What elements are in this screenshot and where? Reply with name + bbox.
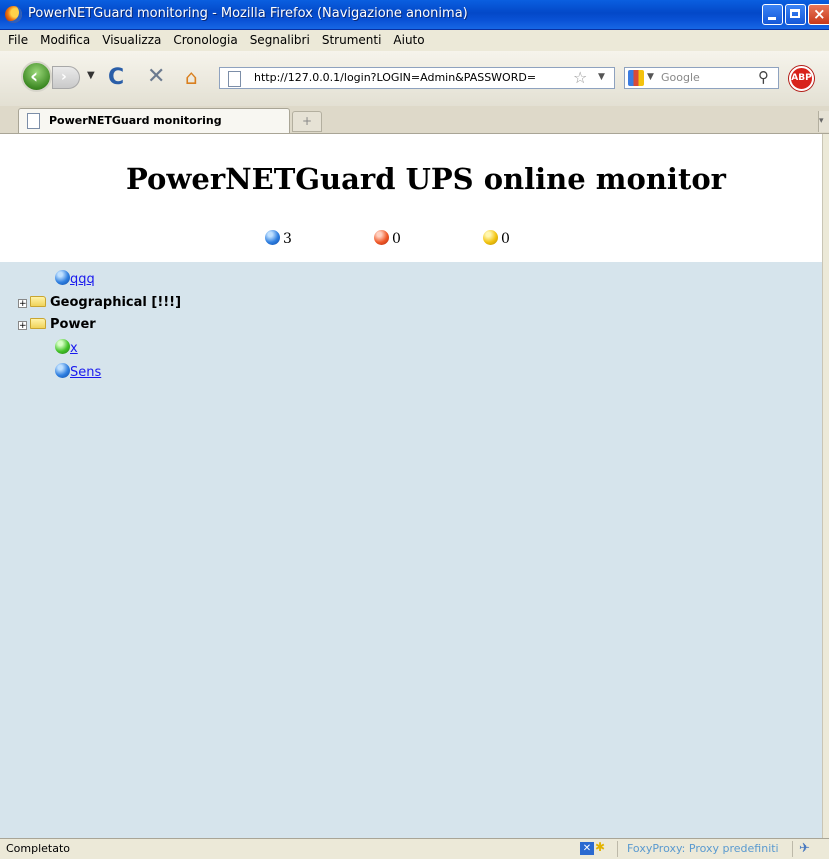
reload-icon[interactable]: C <box>108 65 124 90</box>
maximize-button[interactable] <box>785 4 806 25</box>
blue-status-icon <box>265 230 280 245</box>
page-header: PowerNETGuard UPS online monitor 3 0 0 <box>0 134 822 262</box>
page-icon <box>27 113 40 129</box>
home-icon[interactable]: ⌂ <box>185 65 198 89</box>
adblock-icon[interactable]: ABP <box>789 66 814 91</box>
tree-item-x[interactable]: x <box>55 339 78 356</box>
counter-yellow-value: 0 <box>501 231 510 247</box>
page-content: PowerNETGuard UPS online monitor 3 0 0 q… <box>0 134 822 838</box>
device-tree: qqq + Geographical [!!!] + Power x Sens <box>0 262 822 838</box>
window-title: PowerNETGuard monitoring - Mozilla Firef… <box>28 6 468 21</box>
status-divider <box>792 841 793 857</box>
menu-aiuto[interactable]: Aiuto <box>387 30 430 51</box>
close-icon: × <box>813 5 826 23</box>
blue-status-icon <box>55 270 70 285</box>
tree-group-label[interactable]: Power <box>50 317 96 332</box>
menu-visualizza[interactable]: Visualizza <box>96 30 167 51</box>
folder-icon <box>30 296 46 307</box>
foxyproxy-star-icon: ✱ <box>595 840 606 854</box>
tab-powernetguard[interactable]: PowerNETGuard monitoring <box>18 108 290 133</box>
expand-icon[interactable]: + <box>18 321 27 331</box>
yellow-status-icon <box>483 230 498 245</box>
counter-red: 0 <box>374 230 401 247</box>
history-dropdown-icon[interactable]: ▼ <box>87 70 95 81</box>
foxyproxy-status[interactable]: FoxyProxy: Proxy predefiniti <box>627 842 779 855</box>
tree-item-geographical[interactable]: + Geographical [!!!] <box>18 295 181 310</box>
search-icon[interactable]: ⚲ <box>758 68 769 86</box>
status-bar: Completato ✕ ✱ FoxyProxy: Proxy predefin… <box>0 838 829 859</box>
url-text[interactable]: http://127.0.0.1/login?LOGIN=Admin&PASSW… <box>254 71 536 84</box>
window-titlebar: PowerNETGuard monitoring - Mozilla Firef… <box>0 0 829 30</box>
menu-strumenti[interactable]: Strumenti <box>316 30 388 51</box>
foxyproxy-icon[interactable]: ✕ <box>580 842 594 855</box>
url-bar[interactable]: http://127.0.0.1/login?LOGIN=Admin&PASSW… <box>219 67 615 89</box>
menu-segnalibri[interactable]: Segnalibri <box>244 30 316 51</box>
url-dropdown-icon[interactable]: ▼ <box>598 72 605 82</box>
search-engine-dropdown-icon[interactable]: ▼ <box>647 72 654 82</box>
back-button[interactable]: ‹ <box>21 61 52 92</box>
tree-item-link[interactable]: qqq <box>70 272 95 287</box>
forward-arrow-icon: › <box>61 69 67 85</box>
tree-item-qqq[interactable]: qqq <box>55 270 95 287</box>
counter-red-value: 0 <box>392 231 401 247</box>
menu-bar: File Modifica Visualizza Cronologia Segnalib… <box>0 30 829 51</box>
addon-icon[interactable]: ✈ <box>799 841 810 856</box>
forward-button[interactable]: › <box>52 66 80 89</box>
status-text: Completato <box>6 842 71 855</box>
tree-item-sens[interactable]: Sens <box>55 363 101 380</box>
tree-item-link[interactable]: x <box>70 341 78 356</box>
counter-blue-value: 3 <box>283 231 292 247</box>
menu-modifica[interactable]: Modifica <box>34 30 96 51</box>
green-status-icon <box>55 339 70 354</box>
blue-status-icon <box>55 363 70 378</box>
vertical-scrollbar[interactable] <box>822 134 829 838</box>
counter-blue: 3 <box>265 230 292 247</box>
counter-yellow: 0 <box>483 230 510 247</box>
bookmark-star-icon[interactable]: ☆ <box>573 68 587 87</box>
tab-strip: PowerNETGuard monitoring + ▾ <box>0 106 829 134</box>
minimize-button[interactable] <box>762 4 783 25</box>
tab-label[interactable]: PowerNETGuard monitoring <box>49 114 222 127</box>
search-placeholder[interactable]: Google <box>661 71 700 84</box>
tree-item-link[interactable]: Sens <box>70 365 101 380</box>
navigation-toolbar: ‹ › ▼ C ✕ ⌂ http://127.0.0.1/login?LOGIN… <box>0 51 829 107</box>
red-status-icon <box>374 230 389 245</box>
search-bar[interactable]: ▼ Google ⚲ <box>624 67 779 89</box>
tab-list-icon[interactable]: ▾ <box>818 111 829 132</box>
status-divider <box>617 841 618 857</box>
page-icon <box>228 71 241 87</box>
stop-icon[interactable]: ✕ <box>147 64 165 89</box>
menu-file[interactable]: File <box>0 30 34 51</box>
google-icon[interactable] <box>628 70 644 86</box>
expand-icon[interactable]: + <box>18 299 27 309</box>
new-tab-button[interactable]: + <box>292 111 322 132</box>
tree-item-power[interactable]: + Power <box>18 317 96 332</box>
tree-group-label[interactable]: Geographical [!!!] <box>50 295 181 310</box>
close-button[interactable]: × <box>808 4 829 25</box>
back-arrow-icon: ‹ <box>30 64 39 88</box>
page-title: PowerNETGuard UPS online monitor <box>126 162 726 196</box>
firefox-icon <box>5 6 22 23</box>
menu-cronologia[interactable]: Cronologia <box>167 30 243 51</box>
folder-icon <box>30 318 46 329</box>
